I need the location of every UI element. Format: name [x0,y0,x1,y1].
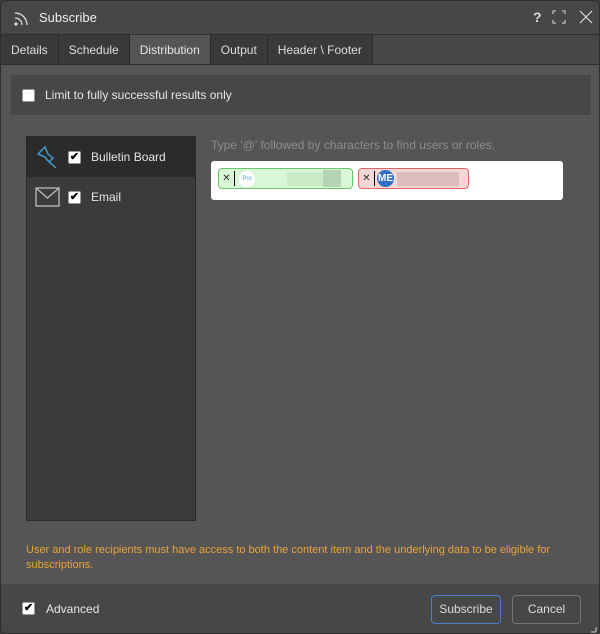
remove-recipient-button[interactable]: ✕ [219,171,235,186]
envelope-icon [35,187,60,207]
channel-label: Bulletin Board [91,150,166,164]
dialog-title: Subscribe [39,10,97,25]
maximize-button[interactable] [552,10,566,27]
email-checkbox[interactable]: ✔ [68,190,81,204]
subscribe-dialog: Subscribe ? Details Schedule Distributio… [0,0,600,634]
subscribe-button[interactable]: Subscribe [431,595,501,624]
tab-schedule[interactable]: Schedule [58,35,130,64]
resize-grip-icon[interactable] [591,627,597,633]
recipient-chip: ✕ Pro [218,168,353,189]
limit-label: Limit to fully successful results only [45,88,232,102]
recipients-hint: Type '@' followed by characters to find … [211,138,496,152]
tab-details[interactable]: Details [1,35,59,64]
cancel-button[interactable]: Cancel [512,595,581,624]
tab-header-footer[interactable]: Header \ Footer [267,35,373,64]
close-button[interactable] [579,10,593,27]
channel-email[interactable]: ✔ Email [27,177,195,217]
close-icon [579,10,593,24]
tab-bar: Details Schedule Distribution Output Hea… [1,34,599,65]
advanced-label: Advanced [46,602,100,616]
remove-recipient-button[interactable]: ✕ [359,171,375,186]
tab-output[interactable]: Output [210,35,268,64]
recipient-chip: ✕ ME [358,168,469,189]
channel-list: ✔ Bulletin Board ✔ Email [26,136,196,521]
channel-bulletin-board[interactable]: ✔ Bulletin Board [27,137,195,177]
limit-checkbox[interactable] [22,88,35,102]
maximize-icon [552,10,566,24]
tab-distribution[interactable]: Distribution [129,35,211,64]
advanced-checkbox[interactable]: ✔ [22,602,35,615]
title-bar: Subscribe ? [1,1,599,34]
pin-icon [36,145,57,169]
avatar: ME [377,170,394,187]
recipients-input[interactable]: ✕ Pro ✕ ME [211,161,563,200]
bulletin-board-checkbox[interactable]: ✔ [68,150,81,164]
help-button[interactable]: ? [533,9,542,25]
footer: ✔ Advanced Subscribe Cancel [1,584,599,633]
avatar: Pro [239,170,255,187]
warning-message: User and role recipients must have acces… [26,544,551,571]
channel-label: Email [91,190,122,204]
rss-icon [14,11,28,26]
limit-option: Limit to fully successful results only [11,75,591,115]
